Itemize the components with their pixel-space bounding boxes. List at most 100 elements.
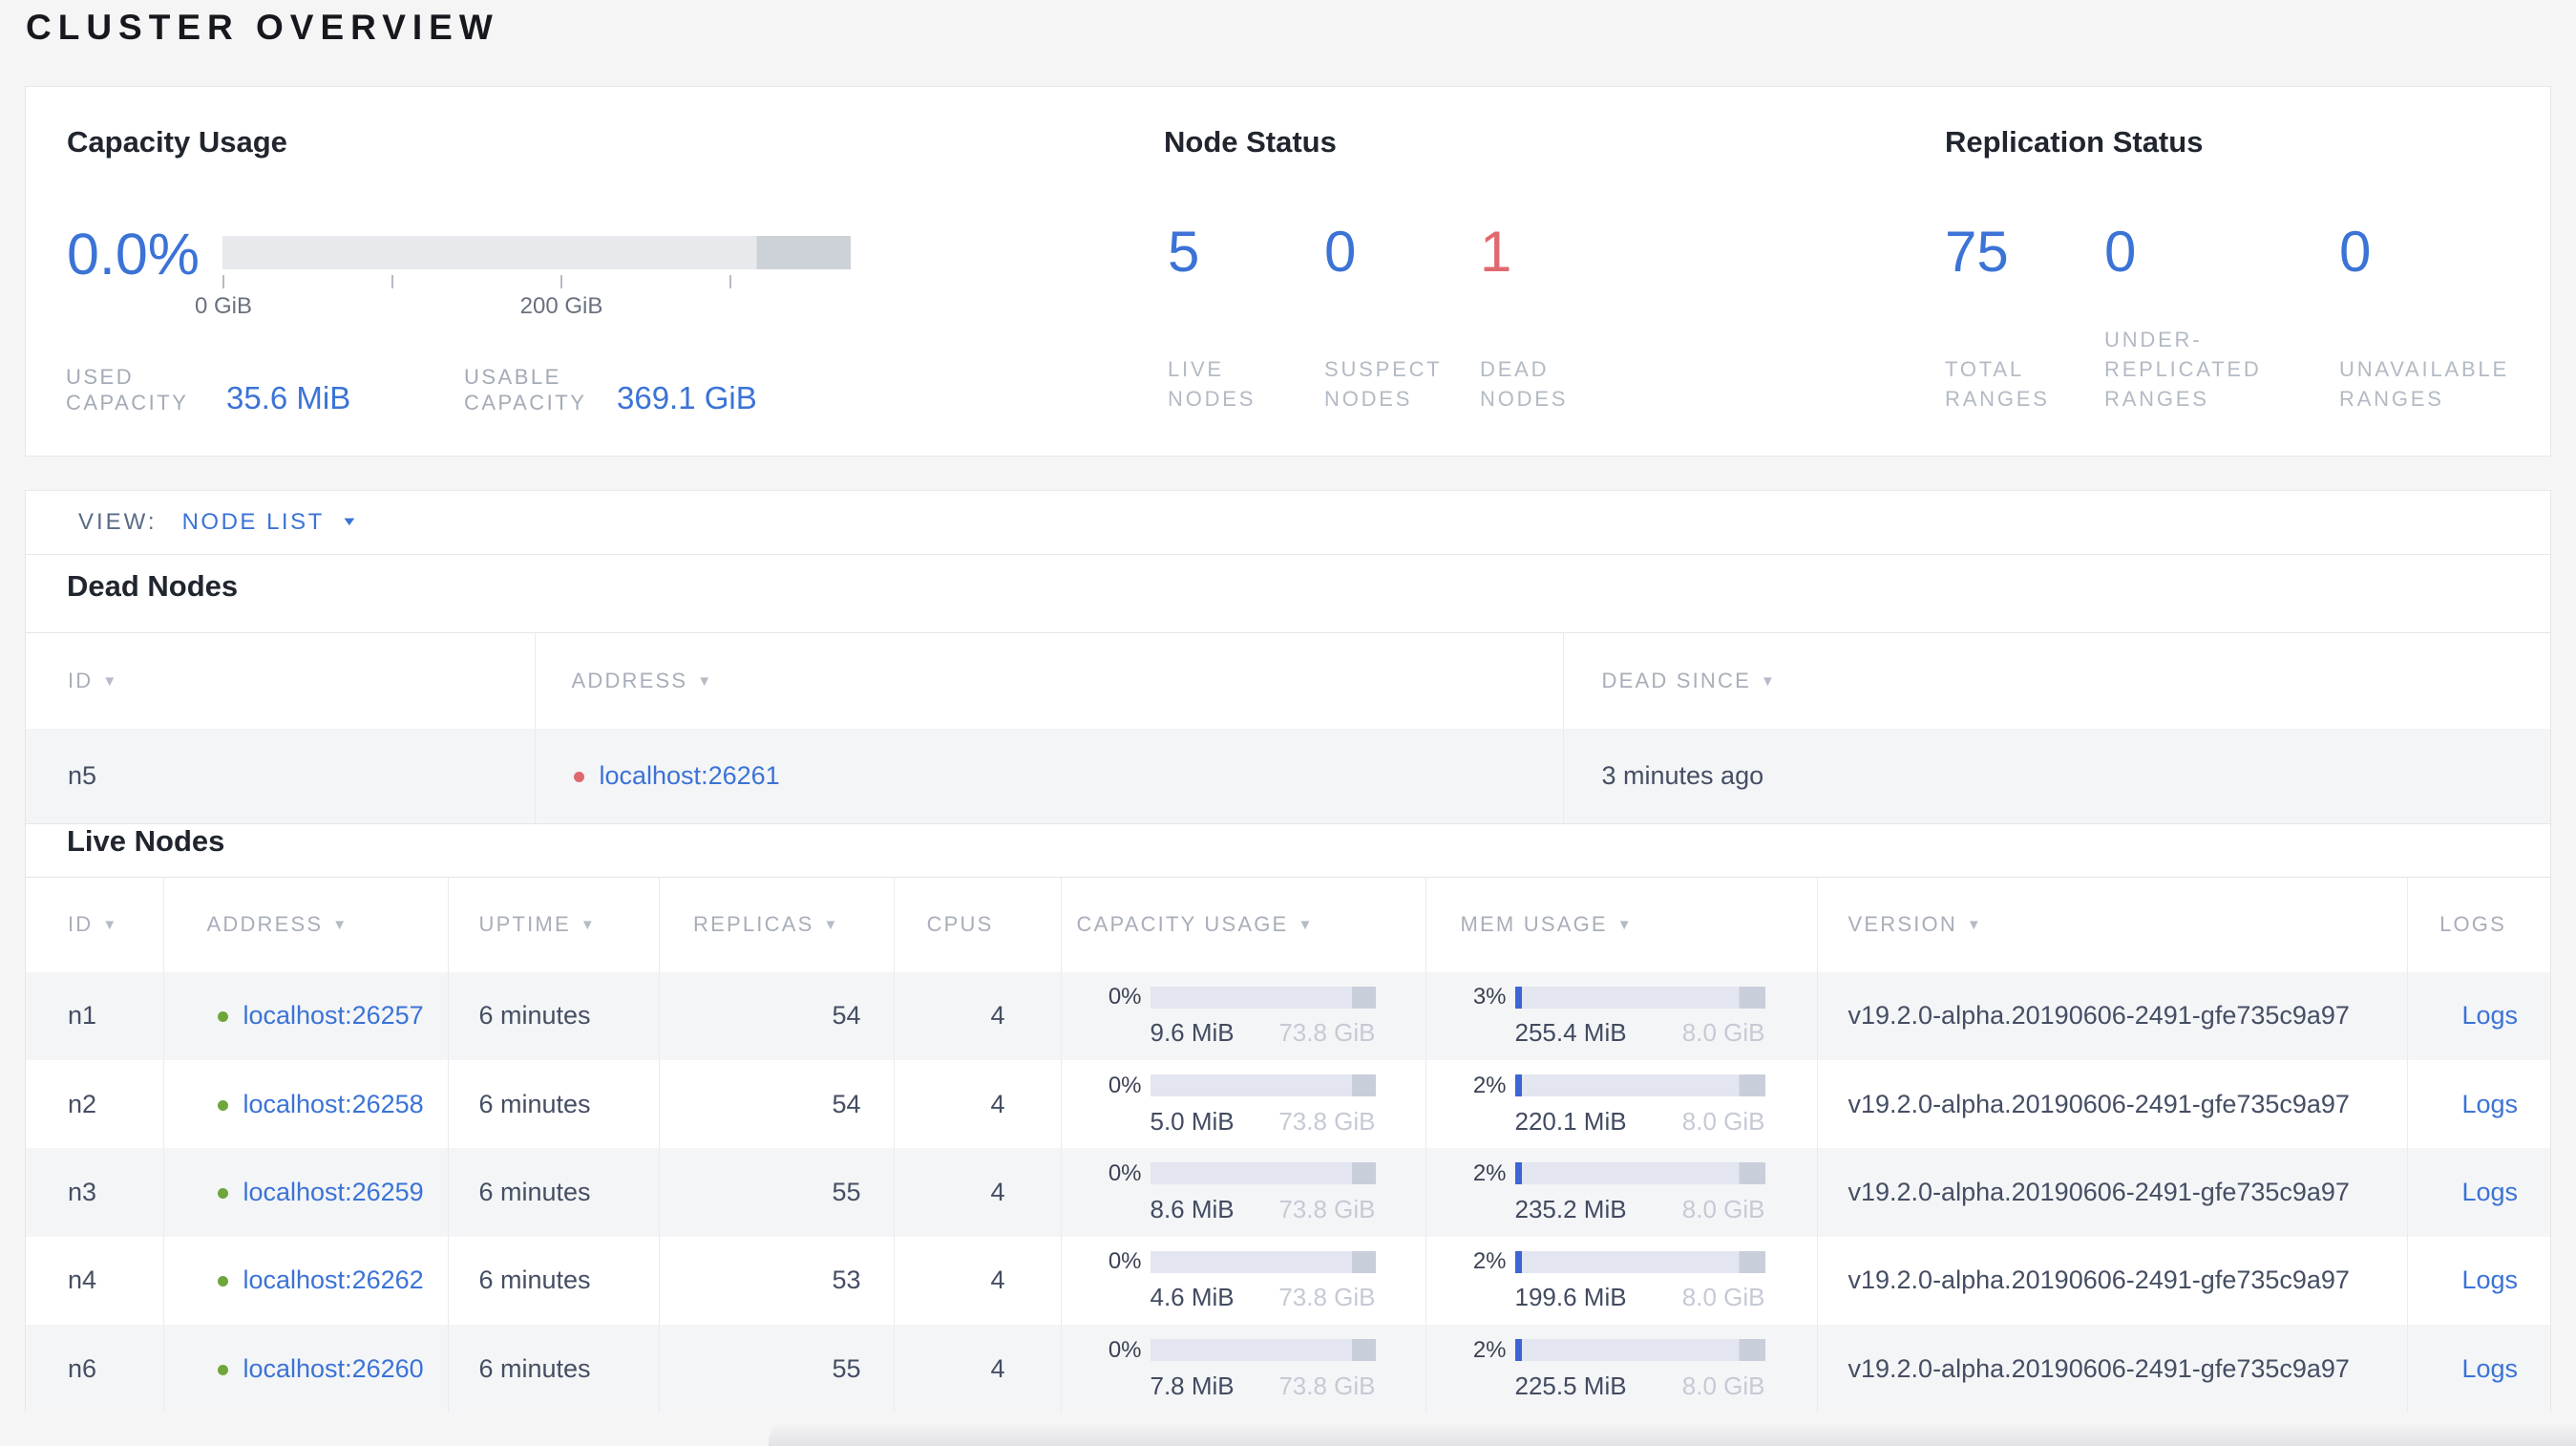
- stat-label: USED CAPACITY: [66, 365, 189, 415]
- memory-cell: 2% 225.5 MiB 8.0 GiB: [1425, 1325, 1817, 1414]
- id-cell: n6: [68, 1353, 97, 1383]
- replicas-cell: 55: [658, 1148, 894, 1237]
- view-dropdown[interactable]: NODE LIST ▼: [181, 509, 358, 536]
- logs-link[interactable]: Logs: [2461, 1090, 2518, 1118]
- address-cell: localhost:26262: [162, 1236, 448, 1326]
- memory-bar-fill: [1514, 986, 1523, 1009]
- column-header-dead_since[interactable]: DEAD SINCE ▼: [1562, 632, 2550, 729]
- node-address-link[interactable]: localhost:26262: [243, 1265, 424, 1294]
- cpus-cell: 4: [893, 971, 1061, 1060]
- stat-value: 0: [2339, 220, 2372, 284]
- usage-percent: 0%: [1108, 1159, 1142, 1186]
- memory-bar-track: [1514, 1339, 1765, 1362]
- column-header-logs: LOGS: [2406, 877, 2550, 972]
- cluster-summary-card: Capacity Usage 0.0% 0 GiB 200 GiB USED CAP…: [25, 86, 2551, 457]
- sort-desc-icon: ▼: [332, 917, 349, 934]
- axis-tick: [391, 275, 393, 288]
- column-label: MEM USAGE: [1460, 912, 1608, 937]
- usage-used-value: 4.6 MiB: [1150, 1283, 1235, 1312]
- usage-total-value: 8.0 GiB: [1681, 1283, 1765, 1312]
- stat-label: DEAD NODES: [1480, 357, 1569, 411]
- cpus-cell: 4: [893, 1325, 1061, 1414]
- sort-desc-icon: ▼: [1298, 917, 1315, 934]
- chevron-down-icon: ▼: [340, 515, 358, 529]
- column-header-id[interactable]: ID ▼: [26, 877, 163, 972]
- view-dropdown-value: NODE LIST: [181, 509, 325, 535]
- nodes-card: VIEW: NODE LIST ▼ Dead Nodes ID ▼ ADDRESS ▼…: [25, 490, 2551, 1414]
- memory-bar-fill: [1514, 1250, 1522, 1273]
- node-address-link[interactable]: localhost:26257: [243, 1001, 424, 1030]
- version-cell: v19.2.0-alpha.20190606-2491-gfe735c9a97: [1816, 971, 2407, 1060]
- bottom-shade: [769, 1422, 2576, 1446]
- column-label: ID: [68, 912, 94, 937]
- node-address-link[interactable]: localhost:26261: [600, 761, 780, 790]
- memory-bar-track: [1514, 1250, 1765, 1273]
- column-header-address[interactable]: ADDRESS ▼: [162, 877, 448, 972]
- column-label: CPUS: [926, 912, 994, 937]
- table-header-row: ID ▼ ADDRESS ▼ DEAD SINCE ▼: [26, 632, 2550, 729]
- table-row: n2 localhost:26258 6 minutes 54 4 0% 5.0 MiB 73…: [26, 1059, 2550, 1149]
- sort-desc-icon: ▼: [102, 917, 119, 934]
- usage-used-value: 5.0 MiB: [1150, 1106, 1235, 1136]
- memory-bar-track: [1514, 1074, 1765, 1097]
- column-label: REPLICAS: [693, 912, 814, 937]
- column-header-uptime[interactable]: UPTIME ▼: [447, 877, 659, 972]
- capacity-bar-track: [1150, 1162, 1376, 1185]
- stat-value: 75: [1945, 220, 2009, 284]
- dead-nodes-table: ID ▼ ADDRESS ▼ DEAD SINCE ▼ n5 localhost:26261…: [26, 632, 2550, 824]
- column-header-address[interactable]: ADDRESS ▼: [534, 632, 1563, 729]
- stat-under-replicated-ranges: 0 UNDER- REPLICATED RANGES: [2104, 87, 2314, 456]
- logs-link[interactable]: Logs: [2461, 1001, 2518, 1030]
- node-address-link[interactable]: localhost:26259: [243, 1178, 424, 1206]
- logs-link[interactable]: Logs: [2461, 1354, 2518, 1383]
- cpus-cell: 4: [893, 1236, 1061, 1326]
- memory-cell: 2% 235.2 MiB 8.0 GiB: [1425, 1148, 1817, 1237]
- usage-used-value: 225.5 MiB: [1514, 1371, 1627, 1400]
- memory-bar-track: [1514, 986, 1765, 1009]
- capacity-bar-track: [1150, 1074, 1376, 1097]
- column-label: VERSION: [1848, 912, 1957, 937]
- cpus-cell: 4: [893, 1059, 1061, 1149]
- usage-used-value: 9.6 MiB: [1150, 1018, 1235, 1048]
- stat-dead-nodes: 1 DEAD NODES: [1480, 87, 1690, 456]
- logs-link[interactable]: Logs: [2461, 1265, 2518, 1294]
- usage-used-value: 8.6 MiB: [1150, 1194, 1235, 1223]
- column-header-version[interactable]: VERSION ▼: [1816, 877, 2407, 972]
- usage-used-value: 199.6 MiB: [1514, 1283, 1627, 1312]
- replicas-cell: 54: [658, 1059, 894, 1149]
- usage-total-value: 8.0 GiB: [1681, 1371, 1765, 1400]
- uptime-cell: 6 minutes: [447, 1148, 659, 1237]
- logs-cell: Logs: [2406, 1059, 2550, 1149]
- memory-cell: 2% 220.1 MiB 8.0 GiB: [1425, 1059, 1817, 1149]
- stat-value: 35.6 MiB: [226, 380, 351, 415]
- column-header-memory[interactable]: MEM USAGE ▼: [1425, 877, 1817, 972]
- capacity-bar-track: [1150, 986, 1376, 1009]
- column-header-id[interactable]: ID ▼: [26, 632, 535, 729]
- node-address-link[interactable]: localhost:26260: [243, 1354, 424, 1383]
- logs-link[interactable]: Logs: [2461, 1178, 2518, 1206]
- capacity-bar-track: [1150, 1339, 1376, 1362]
- stat-label: UNDER- REPLICATED RANGES: [2104, 328, 2262, 411]
- usage-total-value: 8.0 GiB: [1681, 1106, 1765, 1136]
- stat-label: UNAVAILABLE RANGES: [2339, 357, 2509, 411]
- node-status-dot: [217, 1187, 228, 1199]
- stat-label: TOTAL RANGES: [1945, 357, 2050, 411]
- usage-percent: 2%: [1472, 1072, 1507, 1098]
- node-status-dot: [217, 1364, 228, 1375]
- stat-used-capacity: USED CAPACITY 35.6 MiB: [66, 364, 350, 415]
- usage-total-value: 8.0 GiB: [1681, 1194, 1765, 1223]
- uptime-cell: 6 minutes: [447, 1325, 659, 1414]
- node-address-link[interactable]: localhost:26258: [243, 1090, 424, 1118]
- capacity-percent: 0.0%: [67, 222, 201, 287]
- axis-tick-label: 200 GiB: [519, 293, 603, 319]
- usage-total-value: 73.8 GiB: [1278, 1283, 1376, 1312]
- logs-cell: Logs: [2406, 1148, 2550, 1237]
- cpus-cell: 4: [893, 1148, 1061, 1237]
- capacity-bar-track: [1150, 1250, 1376, 1273]
- usage-percent: 2%: [1472, 1248, 1507, 1275]
- column-header-replicas[interactable]: REPLICAS ▼: [658, 877, 894, 972]
- address-cell: localhost:26257: [162, 971, 448, 1060]
- column-header-capacity[interactable]: CAPACITY USAGE ▼: [1060, 877, 1425, 972]
- axis-tick: [560, 275, 562, 288]
- stat-unavailable-ranges: 0 UNAVAILABLE RANGES: [2339, 87, 2549, 456]
